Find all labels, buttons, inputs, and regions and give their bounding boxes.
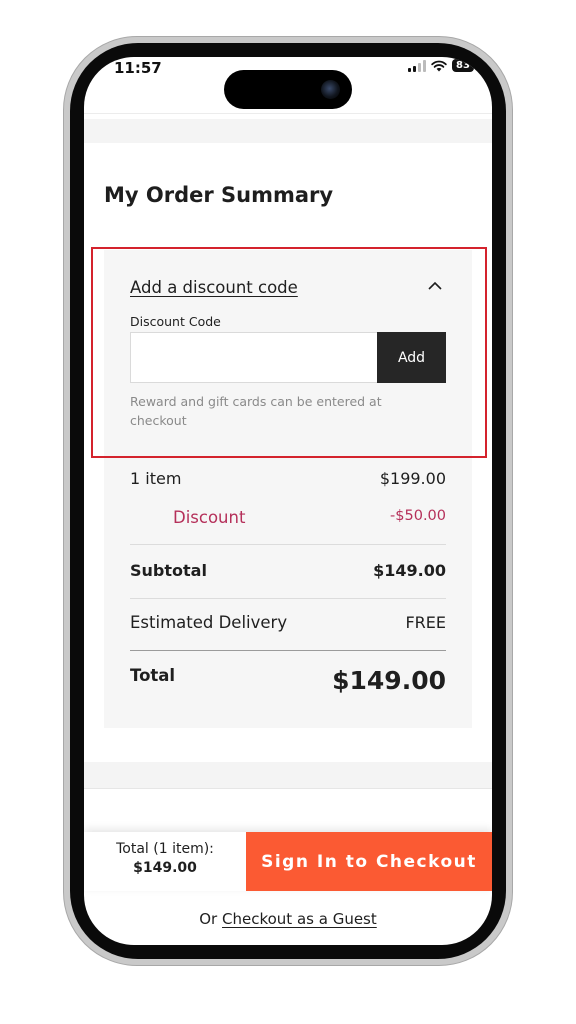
chevron-up-icon[interactable] [426, 279, 444, 293]
delivery-label: Estimated Delivery [130, 613, 288, 632]
discount-code-input[interactable] [130, 332, 377, 383]
status-icons: 83 [408, 59, 474, 72]
dynamic-island [224, 70, 352, 109]
discount-row-label: Discount [173, 508, 246, 527]
discount-amount: -$50.00 [390, 508, 446, 524]
checkout-bar-total: Total (1 item): $149.00 [84, 832, 246, 891]
sign-in-to-checkout-button[interactable]: Sign In to Checkout [246, 832, 492, 891]
items-count-label: 1 item [130, 469, 182, 488]
phone-screen: 11:57 83 My Order Summary Add a discount… [84, 57, 492, 945]
checkout-as-guest-link[interactable]: Checkout as a Guest [222, 910, 377, 928]
guest-prefix: Or [199, 910, 218, 928]
battery-icon: 83 [452, 59, 474, 72]
delivery-value: FREE [405, 613, 446, 632]
checkout-total-value: $149.00 [133, 860, 197, 876]
status-time: 11:57 [114, 59, 162, 77]
add-discount-button[interactable]: Add [377, 332, 446, 383]
subtotal-label: Subtotal [130, 561, 207, 580]
subtotal-value: $149.00 [373, 561, 446, 580]
discount-toggle[interactable]: Add a discount code [130, 278, 298, 297]
camera-icon [321, 80, 340, 99]
section-separator [84, 762, 492, 788]
items-price: $199.00 [379, 469, 446, 488]
divider [84, 788, 492, 789]
divider [84, 113, 492, 114]
divider [130, 544, 446, 545]
total-value: $149.00 [332, 666, 446, 695]
discount-hint: Reward and gift cards can be entered at … [130, 394, 382, 428]
checkout-bar: Total (1 item): $149.00 Sign In to Check… [84, 832, 492, 891]
section-separator [84, 119, 492, 143]
divider [130, 650, 446, 651]
checkout-total-label: Total (1 item): [116, 841, 214, 857]
divider [130, 598, 446, 599]
guest-checkout-line: Or Checkout as a Guest [84, 910, 492, 928]
wifi-icon [431, 60, 447, 71]
cellular-signal-icon [408, 59, 426, 72]
page-title: My Order Summary [104, 183, 334, 207]
discount-code-label: Discount Code [130, 314, 221, 329]
total-label: Total [130, 666, 176, 685]
